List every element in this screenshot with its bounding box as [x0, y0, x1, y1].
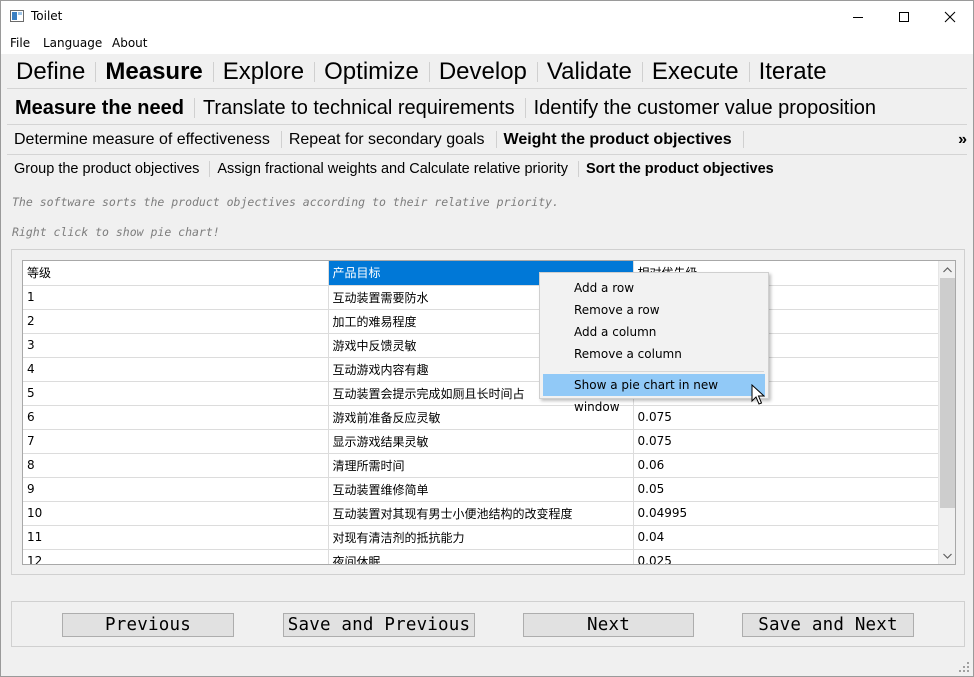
table-row: 4 互动游戏内容有趣: [23, 357, 940, 382]
cell-rank[interactable]: 6: [23, 405, 329, 430]
tab-customer-value-proposition[interactable]: Identify the customer value proposition: [526, 97, 886, 120]
scrollbar-thumb[interactable]: [940, 278, 955, 508]
tab-weight-objectives[interactable]: Weight the product objectives: [497, 131, 743, 149]
tab-optimize[interactable]: Optimize: [315, 58, 429, 86]
hint-text: Right click to show pie chart!: [12, 225, 220, 239]
cell-priority[interactable]: 0.025: [633, 549, 940, 564]
cell-rank[interactable]: 2: [23, 309, 329, 334]
cell-rank[interactable]: 1: [23, 285, 329, 310]
table-context-menu: Add a row Remove a row Add a column Remo…: [539, 272, 769, 414]
close-button[interactable]: [927, 1, 973, 32]
task-tab-bar: Group the product objectives Assign frac…: [7, 155, 967, 183]
cell-rank[interactable]: 11: [23, 525, 329, 550]
table-row: 5 互动装置会提示完成如厕且长时间占: [23, 381, 940, 406]
table-row: 11 对现有清洁剂的抵抗能力 0.04: [23, 525, 940, 550]
cell-priority[interactable]: 0.04: [633, 525, 940, 550]
cell-rank[interactable]: 12: [23, 549, 329, 564]
cell-priority[interactable]: 0.075: [633, 405, 940, 430]
application-window: Toilet File Language About Define Measur…: [0, 0, 974, 677]
table-row: 2 加工的难易程度: [23, 309, 940, 334]
menu-separator: [570, 371, 764, 372]
menu-file[interactable]: File: [10, 36, 30, 50]
cell-rank[interactable]: 3: [23, 333, 329, 358]
cell-rank[interactable]: 4: [23, 357, 329, 382]
tab-validate[interactable]: Validate: [538, 58, 642, 86]
tab-measure-the-need[interactable]: Measure the need: [7, 97, 194, 120]
tab-sort-objectives[interactable]: Sort the product objectives: [579, 161, 784, 177]
table-row: 10 互动装置对其现有男士小便池结构的改变程度 0.04995: [23, 501, 940, 526]
cell-objective[interactable]: 对现有清洁剂的抵抗能力: [328, 525, 634, 550]
table-panel: 等级 产品目标 相对优先级 1互动装置需要防水 2加工的难易程度 3游戏中反馈灵…: [11, 249, 965, 575]
menu-about[interactable]: About: [112, 36, 147, 50]
cell-objective[interactable]: 清理所需时间: [328, 453, 634, 478]
table-row: 9 互动装置维修简单 0.05: [23, 477, 940, 502]
tab-measure[interactable]: Measure: [96, 58, 212, 86]
save-and-previous-button[interactable]: Save and Previous: [283, 613, 475, 637]
phase-tab-bar: Define Measure Explore Optimize Develop …: [7, 56, 967, 89]
substep-tab-bar: Determine measure of effectiveness Repea…: [7, 125, 967, 155]
tab-define[interactable]: Define: [7, 58, 95, 86]
tab-execute[interactable]: Execute: [643, 58, 749, 86]
title-bar: Toilet: [1, 1, 973, 32]
scroll-up-icon[interactable]: [939, 261, 955, 278]
cell-rank[interactable]: 10: [23, 501, 329, 526]
navigation-button-panel: Previous Save and Previous Next Save and…: [11, 601, 965, 647]
window-title: Toilet: [31, 9, 63, 23]
description-text: The software sorts the product objective…: [12, 195, 559, 209]
cell-objective[interactable]: 夜间休眠: [328, 549, 634, 564]
objectives-table[interactable]: 等级 产品目标 相对优先级 1互动装置需要防水 2加工的难易程度 3游戏中反馈灵…: [22, 260, 956, 565]
column-header-rank[interactable]: 等级: [23, 261, 329, 286]
table-vertical-scrollbar[interactable]: [938, 261, 955, 564]
table-row: 8 清理所需时间 0.06: [23, 453, 940, 478]
menu-language[interactable]: Language: [43, 36, 102, 50]
next-button[interactable]: Next: [523, 613, 694, 637]
cell-rank[interactable]: 8: [23, 453, 329, 478]
cell-objective[interactable]: 互动装置维修简单: [328, 477, 634, 502]
cell-priority[interactable]: 0.06: [633, 453, 940, 478]
app-icon: [10, 10, 24, 22]
previous-button[interactable]: Previous: [62, 613, 234, 637]
scroll-down-icon[interactable]: [939, 547, 955, 564]
save-and-next-button[interactable]: Save and Next: [742, 613, 914, 637]
table-row: 3 游戏中反馈灵敏: [23, 333, 940, 358]
mouse-cursor-icon: [751, 384, 765, 405]
menu-item-add-row[interactable]: Add a row: [543, 277, 765, 299]
table-row: 6 游戏前准备反应灵敏 0.075: [23, 405, 940, 430]
menu-item-remove-column[interactable]: Remove a column: [543, 343, 765, 365]
tab-explore[interactable]: Explore: [214, 58, 314, 86]
tab-measure-of-effectiveness[interactable]: Determine measure of effectiveness: [7, 131, 281, 149]
minimize-button[interactable]: [835, 1, 881, 32]
tab-develop[interactable]: Develop: [430, 58, 537, 86]
menu-item-add-column[interactable]: Add a column: [543, 321, 765, 343]
table-row: 1 互动装置需要防水: [23, 285, 940, 310]
tab-secondary-goals[interactable]: Repeat for secondary goals: [282, 131, 496, 149]
resize-grip-icon[interactable]: [959, 662, 970, 673]
cell-rank[interactable]: 5: [23, 381, 329, 406]
cell-priority[interactable]: 0.05: [633, 477, 940, 502]
minimize-icon: [853, 16, 863, 18]
close-icon: [944, 11, 956, 22]
maximize-button[interactable]: [881, 1, 927, 32]
tab-assign-weights[interactable]: Assign fractional weights and Calculate …: [210, 161, 578, 177]
cell-priority[interactable]: 0.04995: [633, 501, 940, 526]
table-row: 7 显示游戏结果灵敏 0.075: [23, 429, 940, 454]
table-row: 12 夜间休眠 0.025: [23, 549, 940, 564]
cell-rank[interactable]: 7: [23, 429, 329, 454]
step-tab-bar: Measure the need Translate to technical …: [7, 92, 967, 125]
tab-scroll-more-icon[interactable]: »: [958, 131, 967, 149]
cell-objective[interactable]: 显示游戏结果灵敏: [328, 429, 634, 454]
maximize-icon: [899, 11, 909, 22]
menu-bar: File Language About: [1, 32, 973, 54]
table-header-row: 等级 产品目标 相对优先级: [23, 261, 940, 286]
menu-item-remove-row[interactable]: Remove a row: [543, 299, 765, 321]
cell-rank[interactable]: 9: [23, 477, 329, 502]
tab-translate-requirements[interactable]: Translate to technical requirements: [195, 97, 525, 120]
menu-item-show-pie-chart[interactable]: Show a pie chart in new window: [543, 374, 765, 414]
tab-iterate[interactable]: Iterate: [750, 58, 837, 86]
cell-objective[interactable]: 互动装置对其现有男士小便池结构的改变程度: [328, 501, 634, 526]
cell-priority[interactable]: 0.075: [633, 429, 940, 454]
tab-group-objectives[interactable]: Group the product objectives: [7, 161, 209, 177]
